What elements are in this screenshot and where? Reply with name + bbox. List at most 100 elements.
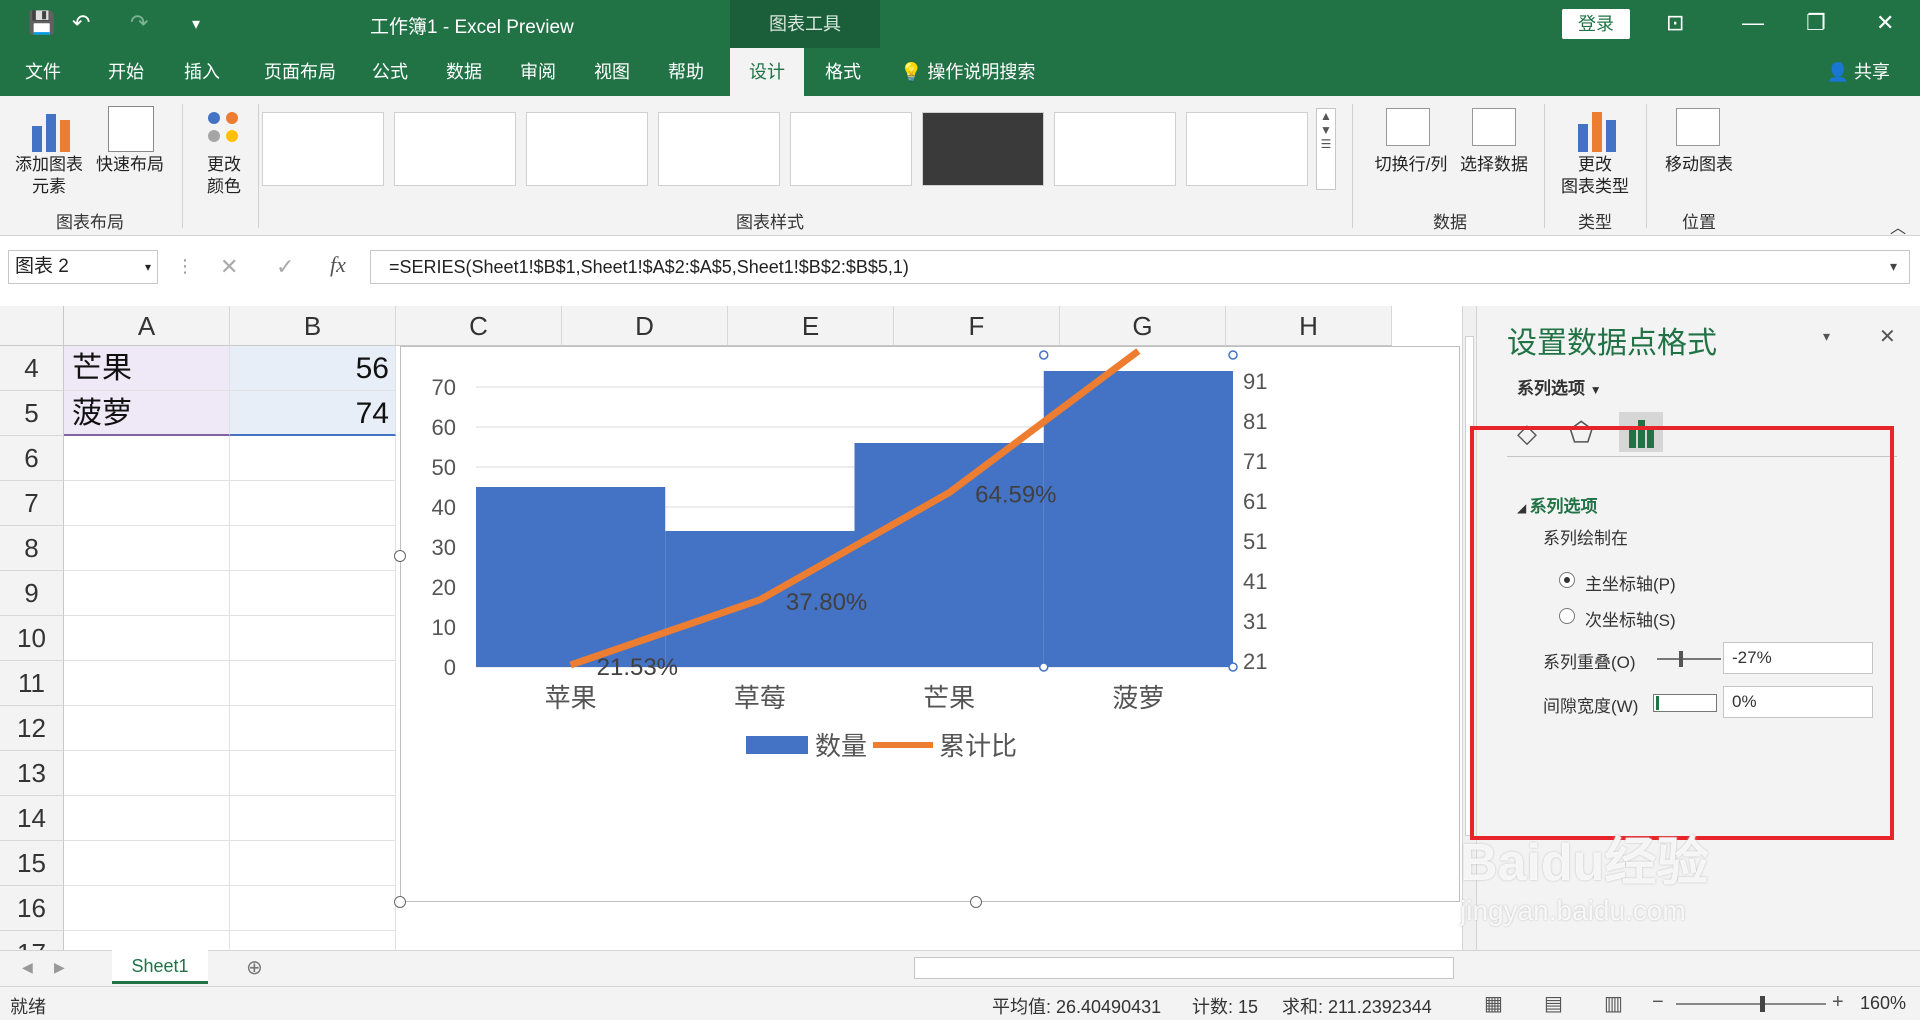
cell-b5[interactable]: 74 xyxy=(230,391,396,436)
column-header-c[interactable]: C xyxy=(396,306,562,346)
quick-layout-button[interactable]: 快速布局 xyxy=(92,154,168,176)
resize-handle[interactable] xyxy=(394,550,406,562)
tab-help[interactable]: 帮助 xyxy=(656,48,716,96)
column-header-d[interactable]: D xyxy=(562,306,728,346)
select-all-corner[interactable] xyxy=(0,306,64,346)
restore-icon[interactable]: ❐ xyxy=(1806,10,1826,36)
tab-home[interactable]: 开始 xyxy=(96,48,156,96)
watermark-text: Baidu经验 xyxy=(1460,834,1709,892)
data-label: 64.59% xyxy=(975,482,1056,509)
pane-options-icon[interactable]: ▾ xyxy=(1823,328,1830,345)
ribbon-display-icon[interactable]: ⊡ xyxy=(1666,10,1684,36)
page-layout-view-icon[interactable]: ▤ xyxy=(1544,991,1563,1016)
collapse-ribbon-icon[interactable]: ︿ xyxy=(1890,214,1906,238)
row-header[interactable]: 4 xyxy=(0,346,64,391)
row-header[interactable]: 9 xyxy=(0,571,64,616)
cell-a5[interactable]: 菠萝 xyxy=(64,391,230,436)
chart[interactable]: 70 60 50 40 30 20 10 0 91 81 71 61 51 41 31 21 苹果 草莓 芒果 菠萝 2… xyxy=(400,346,1460,902)
tab-file[interactable]: 文件 xyxy=(10,48,76,96)
series-options-dropdown[interactable]: 系列选项 ▼ xyxy=(1517,374,1602,399)
chart-style-3[interactable] xyxy=(526,112,648,186)
row-header[interactable]: 15 xyxy=(0,841,64,886)
column-header-b[interactable]: B xyxy=(230,306,396,346)
resize-handle[interactable] xyxy=(970,896,982,908)
tab-design[interactable]: 设计 xyxy=(730,48,804,96)
tab-insert[interactable]: 插入 xyxy=(170,48,234,96)
page-break-view-icon[interactable]: ▥ xyxy=(1604,991,1623,1016)
customize-qat-icon[interactable]: ▾ xyxy=(192,14,200,34)
empty-cells[interactable] xyxy=(64,436,396,956)
row-header[interactable]: 13 xyxy=(0,751,64,796)
expand-formula-icon[interactable]: ▾ xyxy=(1890,258,1897,275)
chart-style-1[interactable] xyxy=(262,112,384,186)
styles-more-icon[interactable]: ▲ ▼ ☰ xyxy=(1316,108,1336,190)
row-header[interactable]: 14 xyxy=(0,796,64,841)
zoom-level[interactable]: 160% xyxy=(1860,993,1906,1014)
tab-format[interactable]: 格式 xyxy=(810,48,876,96)
column-header-a[interactable]: A xyxy=(64,306,230,346)
pane-close-icon[interactable]: ✕ xyxy=(1879,324,1896,349)
tab-formulas[interactable]: 公式 xyxy=(360,48,420,96)
chart-style-6[interactable] xyxy=(922,112,1044,186)
chart-style-4[interactable] xyxy=(658,112,780,186)
switch-row-column-button[interactable]: 切换行/列 xyxy=(1366,154,1456,176)
zoom-in-icon[interactable]: + xyxy=(1832,991,1844,1014)
y-tick-label: 70 xyxy=(432,375,456,400)
row-header[interactable]: 16 xyxy=(0,886,64,931)
tab-review[interactable]: 审阅 xyxy=(508,48,568,96)
formula-input[interactable]: =SERIES(Sheet1!$B$1,Sheet1!$A$2:$A$5,She… xyxy=(370,250,1910,284)
row-header[interactable]: 12 xyxy=(0,706,64,751)
cancel-icon[interactable]: ✕ xyxy=(220,254,238,280)
zoom-slider[interactable] xyxy=(1676,996,1826,1012)
row-header[interactable]: 11 xyxy=(0,661,64,706)
add-chart-element-button[interactable]: 添加图表 元素 xyxy=(10,154,88,198)
row-header[interactable]: 7 xyxy=(0,481,64,526)
column-header-h[interactable]: H xyxy=(1226,306,1392,346)
row-header[interactable]: 6 xyxy=(0,436,64,481)
add-sheet-icon[interactable]: ⊕ xyxy=(246,955,263,980)
enter-icon[interactable]: ✓ xyxy=(276,254,294,280)
chart-style-5[interactable] xyxy=(790,112,912,186)
chart-style-8[interactable] xyxy=(1186,112,1308,186)
tab-data[interactable]: 数据 xyxy=(434,48,494,96)
undo-icon[interactable]: ↶ xyxy=(72,10,90,36)
tell-me-search[interactable]: 💡 操作说明搜索 xyxy=(900,48,1035,96)
redo-icon[interactable]: ↷ xyxy=(130,10,148,36)
ribbon-tabs: 文件 开始 插入 页面布局 公式 数据 审阅 视图 帮助 设计 格式 💡 操作说… xyxy=(0,48,1920,96)
row-header[interactable]: 5 xyxy=(0,391,64,436)
tab-view[interactable]: 视图 xyxy=(582,48,642,96)
resize-handle[interactable] xyxy=(394,896,406,908)
row-header[interactable]: 10 xyxy=(0,616,64,661)
chart-style-7[interactable] xyxy=(1054,112,1176,186)
minimize-icon[interactable]: — xyxy=(1742,10,1764,36)
chevron-down-icon[interactable]: ▾ xyxy=(145,251,151,283)
column-header-e[interactable]: E xyxy=(728,306,894,346)
horizontal-scrollbar[interactable] xyxy=(914,957,1454,979)
name-box[interactable]: 图表 2 ▾ xyxy=(8,250,158,284)
normal-view-icon[interactable]: ▦ xyxy=(1484,991,1503,1016)
column-header-g[interactable]: G xyxy=(1060,306,1226,346)
sheet-tab-sheet1[interactable]: Sheet1 xyxy=(112,950,208,984)
change-colors-button[interactable]: 更改 颜色 xyxy=(194,154,254,198)
scroll-right-icon[interactable]: ▶ xyxy=(54,959,65,976)
close-icon[interactable]: ✕ xyxy=(1876,10,1894,36)
chart-style-2[interactable] xyxy=(394,112,516,186)
move-chart-button[interactable]: 移动图表 xyxy=(1654,154,1744,176)
tab-page-layout[interactable]: 页面布局 xyxy=(252,48,348,96)
legend-label-line: 累计比 xyxy=(939,731,1017,761)
sheet-tab-bar: ◀ ▶ Sheet1 ⊕ xyxy=(0,950,1920,986)
zoom-out-icon[interactable]: − xyxy=(1652,991,1664,1014)
column-header-f[interactable]: F xyxy=(894,306,1060,346)
select-data-button[interactable]: 选择数据 xyxy=(1454,154,1534,176)
scroll-left-icon[interactable]: ◀ xyxy=(22,959,33,976)
cell-a4[interactable]: 芒果 xyxy=(64,346,230,391)
function-icon[interactable]: fx xyxy=(330,252,346,278)
signin-button[interactable]: 登录 xyxy=(1562,9,1630,39)
save-icon[interactable]: 💾 xyxy=(28,10,55,36)
chart-canvas[interactable]: 70 60 50 40 30 20 10 0 91 81 71 61 51 41 31 21 苹果 草莓 芒果 菠萝 2… xyxy=(401,347,1461,903)
row-header[interactable]: 8 xyxy=(0,526,64,571)
cell-b4[interactable]: 56 xyxy=(230,346,396,391)
highlight-annotation-box xyxy=(1470,426,1894,840)
change-chart-type-button[interactable]: 更改 图表类型 xyxy=(1550,154,1640,198)
share-button[interactable]: 👤 共享 xyxy=(1827,48,1890,96)
